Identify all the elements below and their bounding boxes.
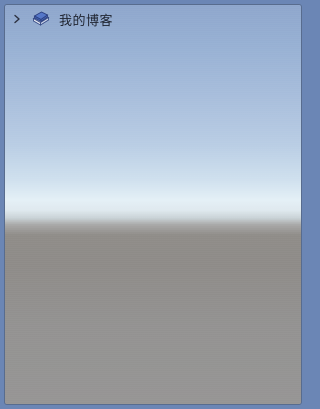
preview-window: 我的博客 — [4, 4, 302, 405]
tree-item-label[interactable]: 我的博客 — [59, 10, 113, 29]
tree-item-my-blog[interactable]: 我的博客 — [5, 5, 301, 33]
book-icon — [32, 10, 50, 28]
chevron-right-icon[interactable] — [10, 12, 24, 26]
scene-viewport — [5, 5, 301, 404]
